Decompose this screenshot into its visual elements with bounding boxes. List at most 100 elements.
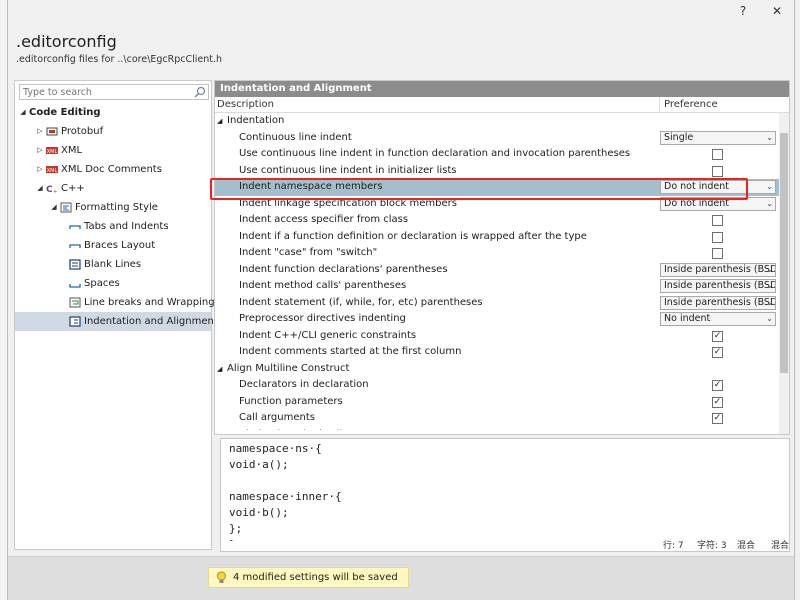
close-button[interactable]: ✕: [768, 4, 786, 20]
tree-item-protobuf[interactable]: ▷ Protobuf: [15, 122, 211, 141]
preference-checkbox[interactable]: ✓: [712, 347, 723, 358]
setting-preference: ✓: [659, 394, 777, 411]
lightbulb-icon: [216, 571, 227, 584]
setting-row[interactable]: Use continuous line indent in initialize…: [215, 163, 789, 180]
setting-label: Chained method calls: [239, 427, 347, 431]
expanded-arrow-icon[interactable]: ◢: [217, 113, 222, 130]
preference-checkbox[interactable]: [712, 232, 723, 243]
collapsed-arrow-icon[interactable]: ▷: [35, 122, 45, 141]
search-input[interactable]: [20, 85, 188, 99]
preference-dropdown[interactable]: Inside parenthesis (BSD⌄: [660, 263, 776, 277]
tree-item-label: Indentation and Alignment: [84, 312, 218, 331]
preference-dropdown[interactable]: Do not indent ⌄: [660, 180, 776, 194]
preference-checkbox[interactable]: ✓: [712, 331, 723, 342]
setting-row[interactable]: Indent statement (if, while, for, etc) p…: [215, 295, 789, 312]
tree-item-label: Blank Lines: [84, 255, 141, 274]
chevron-down-icon[interactable]: ⌄: [766, 264, 773, 276]
vertical-scrollbar[interactable]: [779, 113, 789, 434]
chevron-down-icon[interactable]: ⌄: [766, 181, 773, 193]
tree-item-cpp[interactable]: ◢ C ++ C++: [15, 179, 211, 198]
setting-row[interactable]: Declarators in declaration✓: [215, 377, 789, 394]
setting-preference: [659, 212, 777, 229]
column-header-preference[interactable]: Preference: [659, 97, 777, 113]
setting-preference: [659, 146, 777, 163]
tree-item-xml[interactable]: ▷ XML XML: [15, 141, 211, 160]
setting-label: Align Multiline Construct: [227, 361, 349, 378]
setting-preference: Do not indent ⌄: [659, 179, 777, 196]
help-button[interactable]: ?: [734, 4, 752, 20]
scrollbar-thumb[interactable]: [780, 133, 788, 373]
title-bar: ? ✕: [8, 0, 794, 24]
expanded-arrow-icon[interactable]: ◢: [18, 103, 28, 122]
dropdown-value: Do not indent: [664, 181, 729, 192]
setting-row[interactable]: Call arguments✓: [215, 410, 789, 427]
setting-row[interactable]: Indent namespace membersDo not indent⌄: [215, 179, 789, 196]
panel-title: Indentation and Alignment: [215, 81, 789, 97]
setting-row[interactable]: Indent "case" from "switch": [215, 245, 789, 262]
setting-preference: ✓: [659, 410, 777, 427]
setting-label: Use continuous line indent in function d…: [239, 146, 630, 163]
chevron-down-icon[interactable]: ⌄: [766, 297, 773, 309]
protobuf-icon: [46, 126, 58, 137]
tree-item-formatting-style[interactable]: ◢ Formatting Style: [15, 198, 211, 217]
chevron-down-icon[interactable]: ⌄: [766, 280, 773, 292]
settings-group-header[interactable]: ◢Indentation: [215, 113, 789, 130]
notice-text: 4 modified settings will be saved: [233, 572, 398, 583]
tree-item-label: Braces Layout: [84, 236, 155, 255]
tree-item-code-editing[interactable]: ◢ Code Editing: [15, 103, 211, 122]
expanded-arrow-icon[interactable]: ◢: [49, 198, 59, 217]
svg-text:XML: XML: [47, 149, 58, 155]
setting-row[interactable]: Indent comments started at the first col…: [215, 344, 789, 361]
code-line: void·a();: [221, 457, 789, 473]
setting-row[interactable]: Indent function declarations' parenthese…: [215, 262, 789, 279]
preference-dropdown[interactable]: Single⌄: [660, 131, 776, 145]
setting-row[interactable]: Chained method calls ✓: [215, 427, 789, 431]
setting-row[interactable]: Indent C++/CLI generic constraints✓: [215, 328, 789, 345]
preference-checkbox[interactable]: ✓: [712, 413, 723, 424]
column-header-description[interactable]: Description: [217, 97, 274, 113]
search-icon[interactable]: [194, 86, 206, 98]
preference-checkbox[interactable]: ✓: [712, 397, 723, 408]
setting-row[interactable]: Indent linkage specification block membe…: [215, 196, 789, 213]
setting-row[interactable]: Continuous line indentSingle⌄: [215, 130, 789, 147]
setting-row[interactable]: Preprocessor directives indentingNo inde…: [215, 311, 789, 328]
tree-item-xml-doc-comments[interactable]: ▷ XML XML Doc Comments: [15, 160, 211, 179]
svg-text:XML: XML: [47, 168, 58, 174]
preference-dropdown[interactable]: Inside parenthesis (BSD⌄: [660, 296, 776, 310]
chevron-down-icon[interactable]: ⌄: [766, 313, 773, 325]
tree-item-line-breaks[interactable]: Line breaks and Wrapping: [15, 293, 211, 312]
tree-item-blank-lines[interactable]: Blank Lines: [15, 255, 211, 274]
setting-label: Indent statement (if, while, for, etc) p…: [239, 295, 483, 312]
tree-item-spaces[interactable]: Spaces: [15, 274, 211, 293]
setting-row[interactable]: Indent access specifier from class: [215, 212, 789, 229]
setting-row[interactable]: Indent if a function definition or decla…: [215, 229, 789, 246]
setting-row[interactable]: Function parameters✓: [215, 394, 789, 411]
expanded-arrow-icon[interactable]: ◢: [35, 179, 45, 198]
chevron-down-icon[interactable]: ⌄: [766, 198, 773, 210]
settings-group-header[interactable]: ◢ Align Multiline Construct: [215, 361, 789, 378]
settings-grid-pane: Indentation and Alignment Description Pr…: [214, 80, 790, 435]
expanded-arrow-icon[interactable]: ◢: [217, 361, 222, 378]
collapsed-arrow-icon[interactable]: ▷: [35, 141, 45, 160]
chevron-down-icon[interactable]: ⌄: [766, 132, 773, 144]
setting-row[interactable]: Indent method calls' parenthesesInside p…: [215, 278, 789, 295]
tree-item-tabs-and-indents[interactable]: Tabs and Indents: [15, 217, 211, 236]
svg-text:C: C: [46, 185, 53, 194]
line-breaks-icon: [69, 297, 81, 308]
code-preview[interactable]: namespace·ns·{ void·a(); namespace·inner…: [220, 438, 790, 552]
preference-checkbox[interactable]: [712, 215, 723, 226]
tree-item-indentation-alignment[interactable]: Indentation and Alignment: [15, 312, 211, 331]
preference-dropdown[interactable]: No indent⌄: [660, 312, 776, 326]
preference-checkbox[interactable]: [712, 149, 723, 160]
tree-item-braces-layout[interactable]: Braces Layout: [15, 236, 211, 255]
preference-dropdown[interactable]: Do not indent⌄: [660, 197, 776, 211]
preference-checkbox[interactable]: [712, 166, 723, 177]
preference-checkbox[interactable]: ✓: [712, 430, 723, 431]
collapsed-arrow-icon[interactable]: ▷: [35, 160, 45, 179]
setting-preference: Inside parenthesis (BSD⌄: [659, 278, 777, 295]
setting-row[interactable]: Use continuous line indent in function d…: [215, 146, 789, 163]
preference-checkbox[interactable]: [712, 248, 723, 259]
preference-checkbox[interactable]: ✓: [712, 380, 723, 391]
setting-preference: Single⌄: [659, 130, 777, 147]
preference-dropdown[interactable]: Inside parenthesis (BSD⌄: [660, 279, 776, 293]
